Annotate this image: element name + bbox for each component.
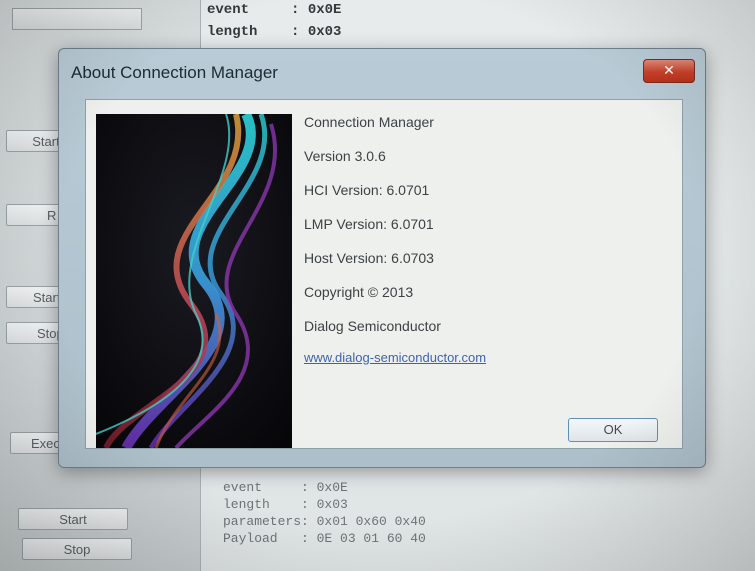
console-line: length : 0x03 <box>207 24 342 40</box>
hci-version-text: HCI Version: 6.0701 <box>304 182 430 198</box>
product-name: Connection Manager <box>304 114 434 130</box>
about-dialog: About Connection Manager ✕ Connection Ma… <box>58 48 706 468</box>
console-line: parameters: 0x01 0x60 0x40 <box>223 514 426 529</box>
close-icon: ✕ <box>663 63 675 79</box>
close-button[interactable]: ✕ <box>643 59 695 83</box>
dialog-client-area: Connection Manager Version 3.0.6 HCI Ver… <box>85 99 683 449</box>
start-button[interactable]: Start <box>18 508 128 530</box>
console-line: event : 0x0E <box>207 2 342 18</box>
abstract-waves-image <box>96 114 292 448</box>
console-line: event : 0x0E <box>223 480 348 495</box>
version-text: Version 3.0.6 <box>304 148 386 164</box>
company-text: Dialog Semiconductor <box>304 318 441 334</box>
copyright-text: Copyright © 2013 <box>304 284 414 300</box>
dialog-title: About Connection Manager <box>71 63 278 82</box>
ok-button[interactable]: OK <box>568 418 658 442</box>
lmp-version-text: LMP Version: 6.0701 <box>304 216 434 232</box>
splash-image <box>96 114 292 448</box>
console-line: Payload : 0E 03 01 60 40 <box>223 531 426 546</box>
website-link[interactable]: www.dialog-semiconductor.com <box>304 350 486 365</box>
console-line: length : 0x03 <box>223 497 348 512</box>
host-version-text: Host Version: 6.0703 <box>304 250 434 266</box>
toolbar-button[interactable] <box>12 8 142 30</box>
stop-button[interactable]: Stop <box>22 538 132 560</box>
